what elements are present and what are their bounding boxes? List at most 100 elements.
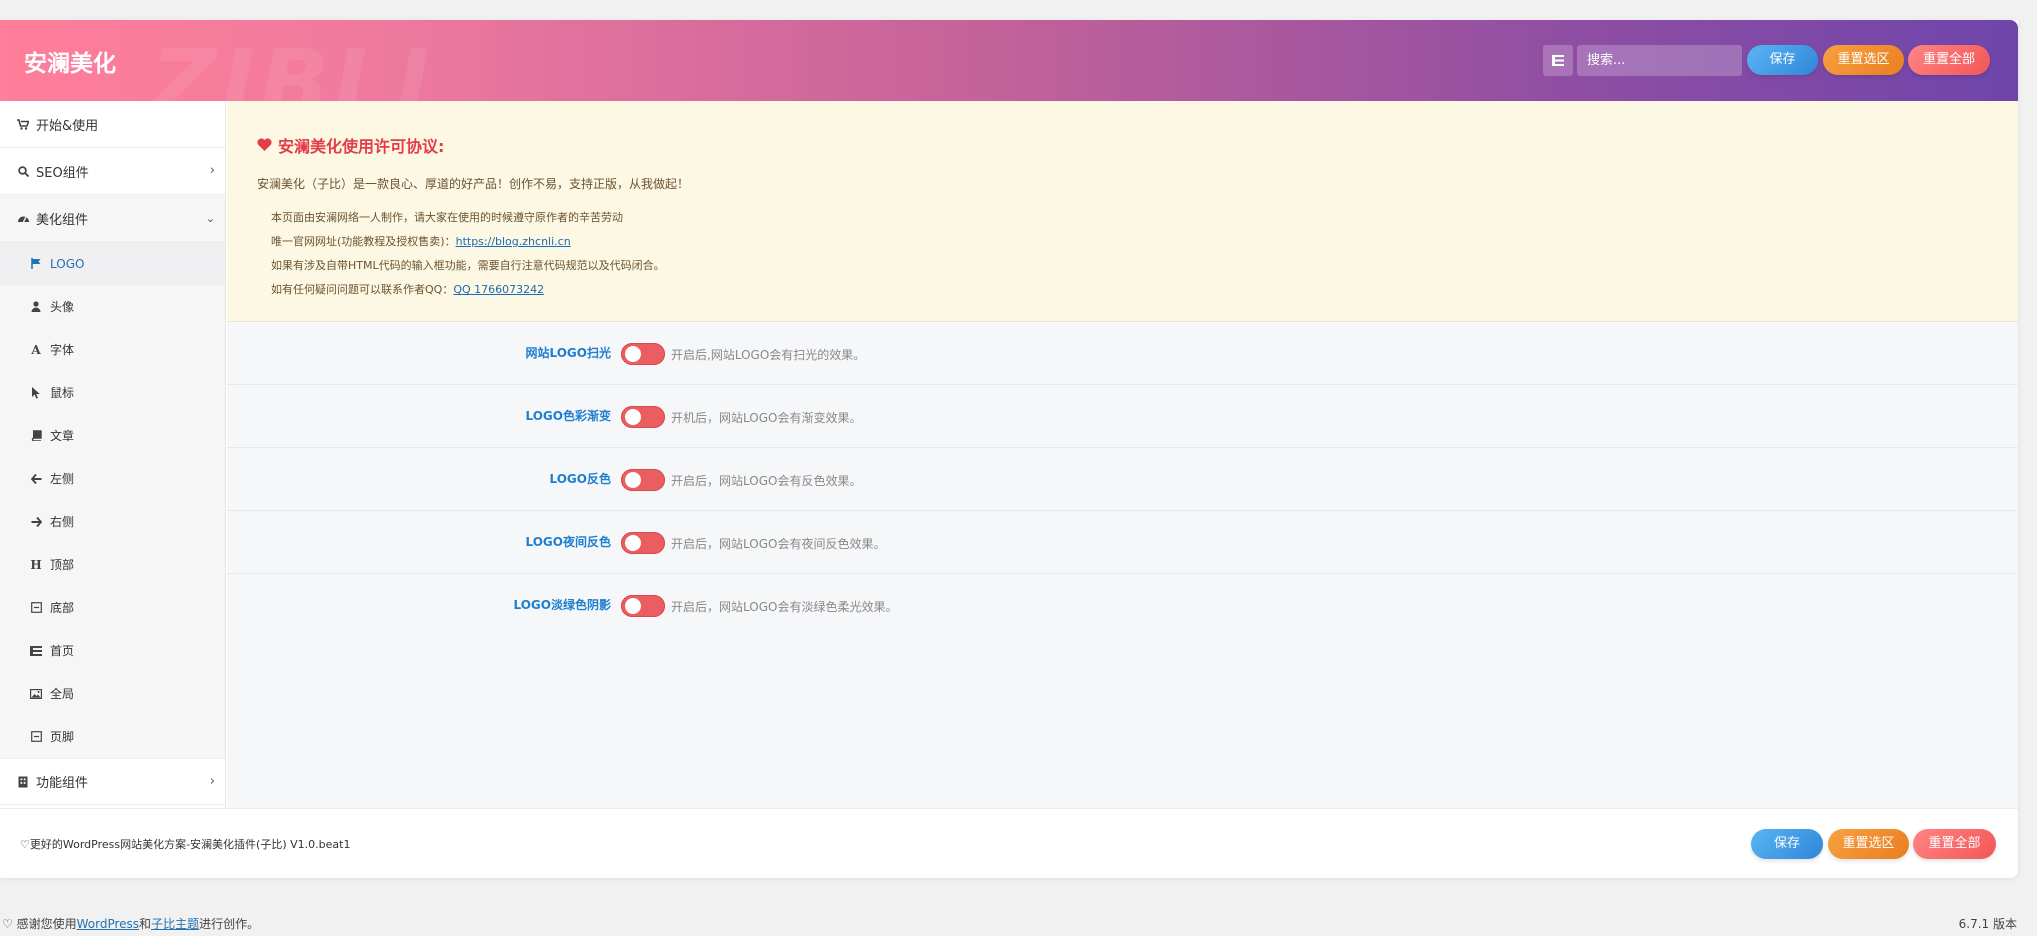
sidebar-item-function[interactable]: 功能组件 ›	[0, 758, 225, 805]
sidebar-item-label: 鼠标	[50, 386, 75, 400]
sidebar-item-article[interactable]: 文章	[0, 414, 225, 457]
option-toggle[interactable]	[621, 595, 665, 617]
sidebar-item-label: 首页	[50, 644, 75, 658]
option-row: 网站LOGO扫光 开启后,网站LOGO会有扫光的效果。	[227, 322, 2018, 385]
notice-item: 唯一官网网址(功能教程及授权售卖)：https://blog.zhcnli.cn	[271, 230, 1988, 254]
option-desc: 开机后，网站LOGO会有渐变效果。	[671, 411, 862, 425]
sidebar-item-label: LOGO	[50, 256, 85, 271]
notice-item: 如有任何疑问问题可以联系作者QQ：QQ 1766073242	[271, 278, 1988, 302]
footer-save-button[interactable]: 保存	[1751, 829, 1823, 859]
chevron-right-icon: ›	[209, 774, 215, 789]
notice-title: 安澜美化使用许可协议:	[257, 133, 1988, 157]
wordpress-link[interactable]: WordPress	[77, 917, 139, 931]
sidebar-item-seo[interactable]: SEO组件 ›	[0, 148, 225, 195]
window-icon	[30, 602, 42, 613]
option-row: LOGO反色 开启后，网站LOGO会有反色效果。	[227, 448, 2018, 511]
building-icon	[16, 776, 30, 788]
panel-footer: ♡更好的WordPress网站美化方案-安澜美化插件(子比) V1.0.beat…	[0, 808, 2018, 878]
option-toggle[interactable]	[621, 406, 665, 428]
notice-list: 本页面由安澜网络一人制作，请大家在使用的时候遵守原作者的辛苦劳动 唯一官网网址(…	[257, 206, 1988, 302]
window-icon	[30, 731, 42, 742]
option-row: LOGO色彩渐变 开机后，网站LOGO会有渐变效果。	[227, 385, 2018, 448]
option-toggle[interactable]	[621, 532, 665, 554]
thanks-and: 和	[139, 917, 152, 931]
notice-item-text: 唯一官网网址(功能教程及授权售卖)：	[271, 235, 456, 248]
heart-outline-icon: ♡	[2, 917, 13, 931]
version-text: 6.7.1 版本	[1958, 917, 2017, 931]
footer-reset-all-button[interactable]: 重置全部	[1913, 829, 1996, 859]
option-desc: 开启后，网站LOGO会有反色效果。	[671, 474, 862, 488]
sidebar-item-label: 底部	[50, 601, 75, 615]
notice-line: 安澜美化（子比）是一款良心、厚道的好产品！创作不易，支持正版，从我做起！	[257, 177, 690, 191]
sidebar-item-right[interactable]: 右侧	[0, 500, 225, 543]
sidebar-item-label: 功能组件	[36, 776, 89, 791]
sidebar-item-label: 页脚	[50, 730, 75, 744]
search-input[interactable]	[1577, 45, 1742, 76]
search-icon	[16, 165, 30, 177]
heart-icon	[257, 136, 272, 155]
sidebar-item-label: SEO组件	[36, 165, 89, 181]
notice-title-text: 安澜美化使用许可协议:	[278, 137, 445, 156]
sidebar-item-avatar[interactable]: 头像	[0, 285, 225, 328]
sidebar-item-top[interactable]: H 顶部	[0, 543, 225, 586]
sidebar-item-label: 开始&使用	[36, 118, 99, 134]
user-icon	[30, 301, 42, 312]
sidebar-item-beautify[interactable]: 美化组件 ⌄	[0, 195, 225, 242]
option-row: LOGO淡绿色阴影 开启后，网站LOGO会有淡绿色柔光效果。	[227, 574, 2018, 637]
author-qq-link[interactable]: QQ 1766073242	[453, 283, 544, 296]
panel-header: ZIBLL 安澜美化 保存 重置选区 重置全部	[0, 20, 2018, 137]
sidebar-item-label: 美化组件	[36, 212, 89, 228]
option-toggle[interactable]	[621, 469, 665, 491]
expand-all-button[interactable]	[1543, 45, 1573, 76]
sidebar-item-bottom[interactable]: 底部	[0, 586, 225, 629]
pointer-icon	[30, 386, 42, 399]
footer-reset-section-button[interactable]: 重置选区	[1828, 829, 1909, 859]
options-panel: ZIBLL 安澜美化 保存 重置选区 重置全部 开始&使用 SEO组件	[0, 20, 2018, 878]
sidebar-item-label: 字体	[50, 343, 75, 357]
toggle-knob	[625, 472, 641, 488]
sidebar-item-mouse[interactable]: 鼠标	[0, 371, 225, 414]
sidebar-item-font[interactable]: A 字体	[0, 328, 225, 371]
image-icon	[30, 688, 42, 699]
reset-all-button[interactable]: 重置全部	[1908, 45, 1990, 75]
option-desc: 开启后，网站LOGO会有淡绿色柔光效果。	[671, 600, 898, 614]
cart-icon	[16, 118, 30, 130]
sidebar-item-label: 头像	[50, 300, 75, 314]
chevron-right-icon: ›	[209, 163, 215, 178]
chevron-down-icon: ⌄	[205, 212, 215, 225]
save-button[interactable]: 保存	[1747, 45, 1818, 75]
reset-section-button[interactable]: 重置选区	[1823, 45, 1904, 75]
sidebar-item-page-footer[interactable]: 页脚	[0, 715, 225, 758]
official-site-link[interactable]: https://blog.zhcnli.cn	[456, 235, 571, 248]
content-area: 安澜美化使用许可协议: 安澜美化（子比）是一款良心、厚道的好产品！创作不易，支持…	[227, 101, 2018, 808]
notice-item: 本页面由安澜网络一人制作，请大家在使用的时候遵守原作者的辛苦劳动	[271, 211, 623, 224]
sidebar-item-logo[interactable]: LOGO	[0, 242, 225, 285]
option-toggle[interactable]	[621, 343, 665, 365]
wp-footer: ♡ 感谢您使用WordPress和子比主题进行创作。 6.7.1 版本	[0, 913, 2037, 936]
arrow-right-icon	[30, 516, 42, 527]
sidebar-item-left[interactable]: 左侧	[0, 457, 225, 500]
toggle-knob	[625, 409, 641, 425]
sidebar: 开始&使用 SEO组件 › 美化组件 ⌄ LOGO 头像 A 字体 鼠标 文章 …	[0, 101, 226, 808]
sidebar-item-start[interactable]: 开始&使用	[0, 101, 225, 148]
option-row: LOGO夜间反色 开启后，网站LOGO会有夜间反色效果。	[227, 511, 2018, 574]
option-label: LOGO淡绿色阴影	[513, 598, 611, 612]
sidebar-item-global[interactable]: 全局	[0, 672, 225, 715]
option-label: LOGO夜间反色	[525, 535, 611, 549]
heading-icon: H	[30, 557, 42, 572]
footer-text: ♡更好的WordPress网站美化方案-安澜美化插件(子比) V1.0.beat…	[20, 838, 351, 851]
notice-item: 如果有涉及自带HTML代码的输入框功能，需要自行注意代码规范以及代码闭合。	[271, 259, 665, 272]
option-desc: 开启后，网站LOGO会有夜间反色效果。	[671, 537, 886, 551]
sidebar-item-label: 左侧	[50, 472, 75, 486]
sidebar-item-label: 右侧	[50, 515, 75, 529]
flag-icon	[30, 258, 42, 269]
thanks-suffix: 进行创作。	[199, 917, 260, 931]
notice-item-text: 如有任何疑问问题可以联系作者QQ：	[271, 283, 454, 296]
list-icon	[30, 645, 42, 656]
license-notice: 安澜美化使用许可协议: 安澜美化（子比）是一款良心、厚道的好产品！创作不易，支持…	[227, 101, 2018, 322]
option-label: LOGO色彩渐变	[525, 409, 611, 423]
option-label: 网站LOGO扫光	[525, 346, 611, 360]
sidebar-item-home[interactable]: 首页	[0, 629, 225, 672]
theme-link[interactable]: 子比主题	[151, 917, 199, 931]
brand-title: 安澜美化	[24, 51, 116, 77]
